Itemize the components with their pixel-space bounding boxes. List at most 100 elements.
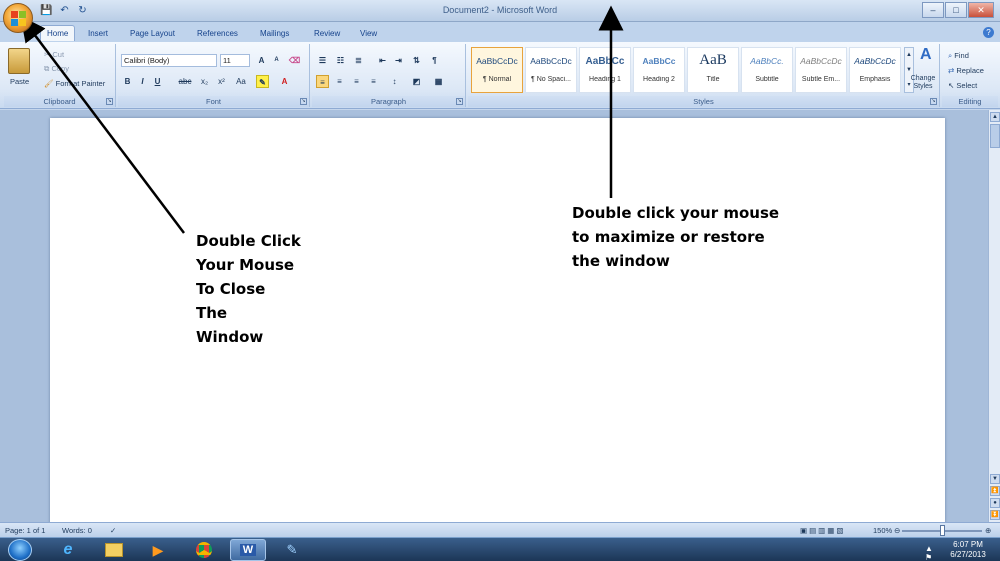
tab-review[interactable]: Review: [308, 26, 346, 42]
find-button[interactable]: ⌕ Find: [948, 51, 969, 61]
bullets-icon[interactable]: ☰: [316, 54, 329, 67]
scroll-down-icon[interactable]: ▼: [990, 474, 1000, 484]
paste-icon[interactable]: [8, 48, 30, 74]
replace-label: Replace: [956, 66, 984, 75]
vertical-scrollbar[interactable]: ▲ ▼ ⏫ ● ⏬: [988, 110, 1000, 522]
internet-explorer-icon[interactable]: e: [50, 539, 86, 561]
clear-formatting-icon[interactable]: ⌫: [288, 54, 301, 67]
styles-group: AaBbCcDc ¶ Normal AaBbCcDc ¶ No Spaci...…: [468, 44, 940, 107]
word-count[interactable]: Words: 0: [62, 526, 92, 535]
style-name: ¶ No Spaci...: [531, 76, 571, 83]
paint-icon[interactable]: ✎: [274, 539, 310, 561]
media-player-icon[interactable]: ▶: [140, 539, 176, 561]
style-preview: AaBbCcDc: [530, 56, 572, 66]
zoom-out-icon[interactable]: ⊖: [894, 526, 900, 535]
close-button[interactable]: ✕: [968, 2, 994, 18]
title-bar[interactable]: 💾 ↶ ↻ Document2 - Microsoft Word – □ ✕: [0, 0, 1000, 22]
change-styles-label[interactable]: Change Styles: [905, 75, 941, 91]
maximize-button[interactable]: □: [945, 2, 967, 18]
window-title: Document2 - Microsoft Word: [442, 5, 558, 15]
tab-references[interactable]: References: [191, 26, 244, 42]
proofing-icon[interactable]: ✓: [110, 526, 116, 535]
strikethrough-button[interactable]: abc: [176, 75, 194, 88]
paragraph-launcher-icon[interactable]: ↘: [456, 98, 463, 105]
increase-indent-icon[interactable]: ⇥: [392, 54, 405, 67]
show-marks-icon[interactable]: ¶: [428, 54, 441, 67]
view-buttons[interactable]: ▣▤▥▦▧: [800, 526, 845, 535]
page-count[interactable]: Page: 1 of 1: [5, 526, 45, 535]
paste-button[interactable]: Paste: [10, 77, 29, 86]
clipboard-launcher-icon[interactable]: ↘: [106, 98, 113, 105]
start-button[interactable]: [8, 539, 32, 561]
scroll-thumb[interactable]: [990, 124, 1000, 148]
word-app-icon[interactable]: W: [230, 539, 266, 561]
cut-button[interactable]: ✂ Cut: [44, 50, 64, 59]
browse-object-icon[interactable]: ●: [990, 498, 1000, 508]
font-name-select[interactable]: Calibri (Body): [121, 54, 217, 67]
clock-date[interactable]: 6/27/2013: [946, 550, 990, 559]
scroll-up-icon[interactable]: ▲: [990, 112, 1000, 122]
style-normal[interactable]: AaBbCcDc ¶ Normal: [471, 47, 523, 93]
style-heading-1[interactable]: AaBbCc Heading 1: [579, 47, 631, 93]
format-painter-label: Format Painter: [55, 79, 106, 88]
document-page[interactable]: [50, 118, 945, 528]
clock-time[interactable]: 6:07 PM: [946, 540, 990, 549]
highlight-icon[interactable]: ✎: [256, 75, 269, 88]
copy-button[interactable]: ⧉ Copy: [44, 64, 69, 74]
format-painter-button[interactable]: 🖌 Format Painter: [44, 79, 105, 88]
tab-mailings[interactable]: Mailings: [254, 26, 295, 42]
next-page-icon[interactable]: ⏬: [990, 510, 1000, 520]
tray-icons[interactable]: ▲ ⚑ ▭ 🔊: [925, 544, 938, 561]
zoom-level[interactable]: 150%: [873, 526, 892, 535]
office-button[interactable]: [3, 3, 33, 33]
font-size-select[interactable]: 11: [220, 54, 250, 67]
tab-insert[interactable]: Insert: [82, 26, 114, 42]
styles-launcher-icon[interactable]: ↘: [930, 98, 937, 105]
find-label: Find: [954, 51, 969, 60]
change-case-button[interactable]: Aa: [233, 75, 249, 88]
multilevel-list-icon[interactable]: ≣: [352, 54, 365, 67]
clipboard-group: Paste ✂ Cut ⧉ Copy 🖌 Format Painter Clip…: [4, 44, 116, 107]
bold-button[interactable]: B: [121, 75, 134, 88]
subscript-button[interactable]: x₂: [198, 75, 211, 88]
minimize-button[interactable]: –: [922, 2, 944, 18]
select-button[interactable]: ↖ Select: [948, 81, 977, 90]
superscript-button[interactable]: x²: [215, 75, 228, 88]
previous-page-icon[interactable]: ⏫: [990, 486, 1000, 496]
numbering-icon[interactable]: ☷: [334, 54, 347, 67]
change-styles-button[interactable]: A: [908, 46, 944, 64]
underline-button[interactable]: U: [151, 75, 164, 88]
help-icon[interactable]: ?: [983, 27, 994, 38]
line-spacing-icon[interactable]: ↕: [388, 75, 401, 88]
style-no-spacing[interactable]: AaBbCcDc ¶ No Spaci...: [525, 47, 577, 93]
paintbrush-icon: 🖌: [44, 79, 54, 88]
font-launcher-icon[interactable]: ↘: [300, 98, 307, 105]
tab-view[interactable]: View: [354, 26, 383, 42]
style-title[interactable]: AaB Title: [687, 47, 739, 93]
tab-page-layout[interactable]: Page Layout: [124, 26, 181, 42]
sort-icon[interactable]: ⇅: [410, 54, 423, 67]
zoom-in-icon[interactable]: ⊕: [985, 526, 991, 535]
chrome-icon[interactable]: [186, 539, 222, 561]
align-center-icon[interactable]: ≡: [333, 75, 346, 88]
font-color-icon[interactable]: A: [278, 75, 291, 88]
align-right-icon[interactable]: ≡: [350, 75, 363, 88]
borders-icon[interactable]: ▦: [432, 75, 445, 88]
italic-button[interactable]: I: [136, 75, 149, 88]
folder-icon[interactable]: [96, 539, 132, 561]
replace-button[interactable]: ⇄ Replace: [948, 66, 984, 75]
change-styles-icon: A: [920, 46, 932, 63]
shading-icon[interactable]: ◩: [410, 75, 423, 88]
style-heading-2[interactable]: AaBbCc Heading 2: [633, 47, 685, 93]
tab-home[interactable]: Home: [40, 25, 76, 41]
style-subtitle[interactable]: AaBbCc. Subtitle: [741, 47, 793, 93]
ribbon: Paste ✂ Cut ⧉ Copy 🖌 Format Painter Clip…: [0, 42, 1000, 109]
style-emphasis[interactable]: AaBbCcDc Emphasis: [849, 47, 901, 93]
decrease-indent-icon[interactable]: ⇤: [376, 54, 389, 67]
align-left-icon[interactable]: ≡: [316, 75, 329, 88]
style-subtle-emphasis[interactable]: AaBbCcDc Subtle Em...: [795, 47, 847, 93]
shrink-font-button[interactable]: A: [270, 54, 283, 67]
justify-icon[interactable]: ≡: [367, 75, 380, 88]
zoom-slider-thumb[interactable]: [940, 525, 945, 536]
grow-font-button[interactable]: A: [255, 54, 268, 67]
